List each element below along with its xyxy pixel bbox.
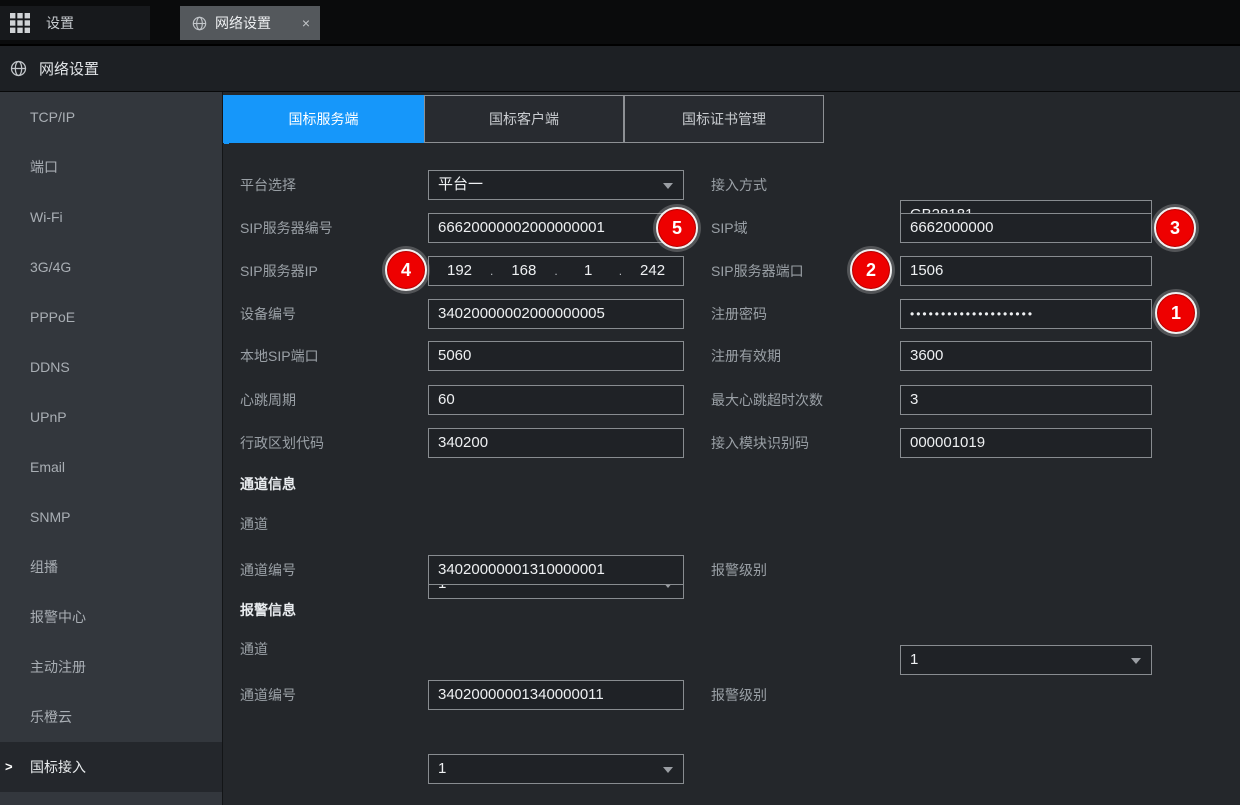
device-id-input[interactable]: 34020000002000000005 — [428, 299, 684, 329]
sidebar-item-auto-register[interactable]: 主动注册 — [0, 642, 222, 692]
close-icon[interactable]: × — [302, 15, 310, 31]
sidebar-item-gb28181-access[interactable]: > 国标接入 — [0, 742, 222, 792]
sip-server-port-input[interactable]: 1506 — [900, 256, 1152, 286]
tab-gb-server[interactable]: 国标服务端 — [223, 95, 424, 143]
channel-id-input[interactable]: 34020000001310000001 — [428, 555, 684, 585]
register-valid-period-label: 注册有效期 — [711, 341, 781, 371]
alarm-info-alarm-level-label: 报警级别 — [711, 680, 767, 710]
top-tab-strip: 设置 网络设置 × — [0, 0, 1240, 46]
access-module-id-label: 接入模块识别码 — [711, 428, 809, 458]
caret-down-icon — [663, 767, 673, 773]
annotation-badge-1: 1 — [1155, 292, 1197, 334]
access-module-id-input[interactable]: 000001019 — [900, 428, 1152, 458]
ip-octet-4[interactable]: 242 — [622, 257, 683, 285]
annotation-badge-4: 4 — [385, 249, 427, 291]
sidebar-item-port[interactable]: 端口 — [0, 142, 222, 192]
sidebar-item-snmp[interactable]: SNMP — [0, 492, 222, 542]
grid-menu-icon — [10, 13, 30, 33]
alarm-channel-label: 通道 — [240, 634, 268, 664]
heartbeat-period-input[interactable]: 60 — [428, 385, 684, 415]
local-sip-port-label: 本地SIP端口 — [240, 341, 319, 371]
chevron-right-icon: > — [5, 742, 13, 792]
sidebar-item-lechange[interactable]: 乐橙云 — [0, 692, 222, 742]
channel-id-label: 通道编号 — [240, 555, 296, 585]
max-heartbeat-timeouts-input[interactable]: 3 — [900, 385, 1152, 415]
sidebar-item-multicast[interactable]: 组播 — [0, 542, 222, 592]
page-title: 网络设置 — [39, 58, 99, 79]
sidebar-item-upnp[interactable]: UPnP — [0, 392, 222, 442]
tab-settings[interactable]: 设置 — [0, 6, 150, 40]
heartbeat-period-label: 心跳周期 — [240, 385, 296, 415]
sidebar-item-email[interactable]: Email — [0, 442, 222, 492]
annotation-badge-3: 3 — [1154, 207, 1196, 249]
local-sip-port-input[interactable]: 5060 — [428, 341, 684, 371]
tab-network-settings-label: 网络设置 — [215, 13, 271, 33]
tab-settings-label: 设置 — [46, 13, 74, 33]
annotation-badge-5: 5 — [656, 207, 698, 249]
sidebar-item-3g4g[interactable]: 3G/4G — [0, 242, 222, 292]
admin-region-code-label: 行政区划代码 — [240, 428, 324, 458]
page-header: 网络设置 — [0, 46, 1240, 92]
alarm-level-select[interactable]: 1 — [900, 645, 1152, 675]
alarm-info-title: 报警信息 — [240, 599, 296, 621]
sidebar-item-tcpip[interactable]: TCP/IP — [0, 92, 222, 142]
alarm-channel-id-input[interactable]: 34020000001340000011 — [428, 680, 684, 710]
register-password-label: 注册密码 — [711, 299, 767, 329]
sidebar: TCP/IP 端口 Wi-Fi 3G/4G PPPoE DDNS UPnP Em… — [0, 92, 222, 805]
sip-domain-input[interactable]: 6662000000 — [900, 213, 1152, 243]
alarm-channel-id-label: 通道编号 — [240, 680, 296, 710]
tab-network-settings[interactable]: 网络设置 × — [180, 6, 320, 40]
sidebar-item-pppoe[interactable]: PPPoE — [0, 292, 222, 342]
globe-icon — [10, 60, 27, 77]
platform-label: 平台选择 — [240, 170, 296, 200]
tab-gb-cert-management[interactable]: 国标证书管理 — [624, 95, 824, 143]
sip-server-port-label: SIP服务器端口 — [711, 256, 804, 286]
sip-server-id-input[interactable]: 66620000002000000001 — [428, 213, 684, 243]
sidebar-item-alarm-center[interactable]: 报警中心 — [0, 592, 222, 642]
alarm-level-label: 报警级别 — [711, 555, 767, 585]
sip-server-ip-label: SIP服务器IP — [240, 256, 318, 286]
ip-octet-3[interactable]: 1 — [558, 257, 619, 285]
device-id-label: 设备编号 — [240, 299, 296, 329]
sidebar-item-ddns[interactable]: DDNS — [0, 342, 222, 392]
ip-octet-2[interactable]: 168 — [493, 257, 554, 285]
annotation-badge-2: 2 — [850, 249, 892, 291]
caret-down-icon — [1131, 658, 1141, 664]
max-heartbeat-timeouts-label: 最大心跳超时次数 — [711, 385, 823, 415]
caret-down-icon — [663, 183, 673, 189]
sip-server-ip-input[interactable]: 192 . 168 . 1 . 242 — [428, 256, 684, 286]
ip-octet-1[interactable]: 192 — [429, 257, 490, 285]
alarm-channel-select[interactable]: 1 — [428, 754, 684, 784]
access-mode-label: 接入方式 — [711, 170, 767, 200]
platform-select[interactable]: 平台一 — [428, 170, 684, 200]
sidebar-item-wifi[interactable]: Wi-Fi — [0, 192, 222, 242]
globe-icon — [192, 16, 207, 31]
channel-info-title: 通道信息 — [240, 473, 296, 495]
admin-region-code-input[interactable]: 340200 — [428, 428, 684, 458]
register-password-input[interactable]: •••••••••••••••••••• — [900, 299, 1152, 329]
tab-gb-client[interactable]: 国标客户端 — [424, 95, 624, 143]
register-valid-period-input[interactable]: 3600 — [900, 341, 1152, 371]
sip-server-id-label: SIP服务器编号 — [240, 213, 333, 243]
sip-domain-label: SIP域 — [711, 213, 748, 243]
channel-label: 通道 — [240, 509, 268, 539]
